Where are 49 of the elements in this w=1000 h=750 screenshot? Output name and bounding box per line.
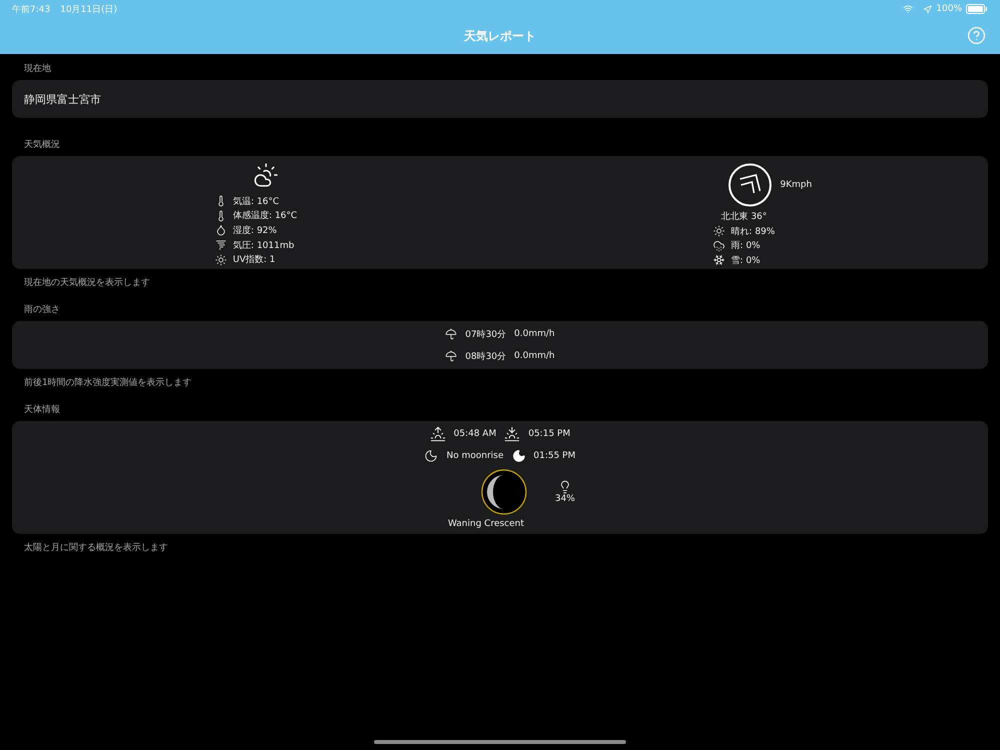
sunset-icon — [504, 426, 520, 442]
nav-title: 天気レポート — [464, 28, 536, 44]
wind-direction-icon — [728, 163, 772, 207]
sunset-time: 05:15 PM — [528, 429, 570, 439]
rain-value: 0.0mm/h — [514, 351, 555, 361]
weather-stat: 気圧: 1011mb — [232, 240, 294, 252]
illumination: 34% — [554, 494, 575, 504]
section-note: 太陽と月に関する概況を表示します — [23, 542, 169, 555]
section-label: 天体情報 — [23, 404, 61, 417]
moon-icon — [512, 449, 526, 463]
sunrise-time: 05:48 AM — [454, 429, 496, 439]
rain-value: 0.0mm/h — [514, 329, 555, 339]
section-note: 現在地の天気概況を表示します — [23, 276, 151, 290]
moon-phase: Waning Crescent — [448, 519, 524, 529]
section-label: 天気概況 — [23, 138, 61, 152]
moonset-time: 01:55 PM — [534, 451, 576, 461]
sun-icon — [713, 225, 726, 238]
weather-stat: 晴れ: 89% — [731, 226, 775, 238]
weather-stat: UV指数: 1 — [232, 254, 276, 266]
umbrella-icon — [445, 328, 458, 340]
wind-speed: 9Kmph — [780, 180, 812, 190]
weather-stat: 気温: 16°C — [232, 196, 280, 208]
partly-cloudy-icon — [253, 162, 279, 188]
rain-time: 08時30分 — [465, 350, 506, 362]
help-icon[interactable] — [967, 26, 986, 45]
umbrella-icon — [445, 350, 458, 362]
rain-time: 07時30分 — [465, 328, 506, 340]
moonrise-time: No moonrise — [446, 451, 504, 461]
snowflake-icon — [713, 254, 726, 266]
status-time: 午前7:43 — [12, 4, 50, 16]
sunrise-icon — [430, 426, 446, 442]
location-arrow-icon — [923, 4, 932, 14]
location-name: 静岡県富士宮市 — [24, 92, 101, 106]
weather-stat: 体感温度: 16°C — [232, 210, 298, 222]
section-label: 雨の強さ — [23, 304, 61, 317]
wifi-icon — [903, 4, 914, 14]
status-date: 10月11日(日) — [60, 4, 118, 16]
weather-stat: 雪: 0% — [731, 254, 760, 267]
weather-stat: 湿度: 92% — [232, 224, 277, 237]
battery-icon — [966, 4, 988, 14]
weather-stat: 雨: 0% — [731, 240, 760, 252]
section-label: 現在地 — [23, 62, 52, 76]
wind-direction: 北北東 36° — [721, 210, 767, 223]
moon-phase-drawing — [480, 469, 527, 515]
battery-percentage: 100% — [936, 4, 962, 14]
section-note: 前後1時間の降水強度実測値を表示します — [23, 376, 193, 390]
moon-outline-icon — [424, 449, 438, 463]
droplet-icon — [214, 224, 227, 236]
sun-icon — [214, 254, 227, 266]
